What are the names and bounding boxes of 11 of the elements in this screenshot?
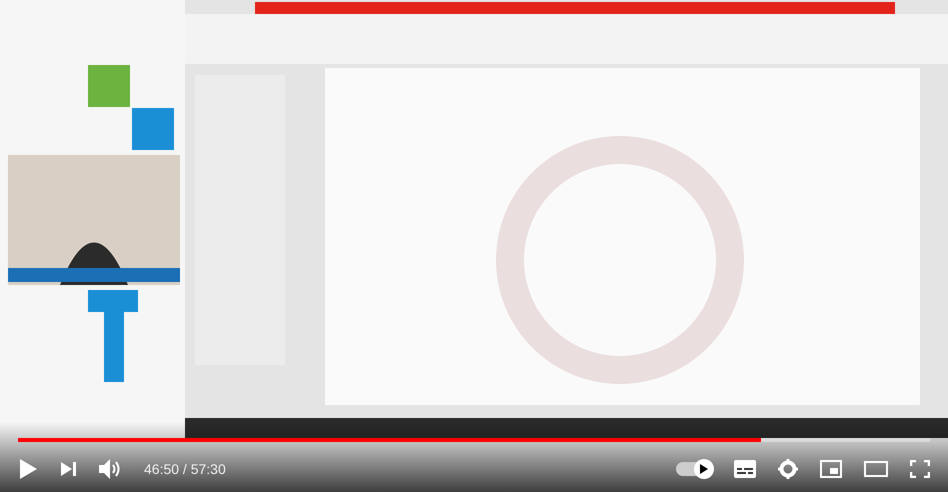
time-display: 46:50 / 57:30: [144, 461, 226, 477]
theater-mode-icon[interactable]: [864, 461, 888, 477]
volume-icon[interactable]: [98, 458, 122, 480]
play-icon: [700, 464, 708, 474]
settings-icon[interactable]: [778, 459, 798, 479]
fullscreen-icon[interactable]: [910, 460, 930, 478]
autoplay-toggle[interactable]: [676, 462, 712, 476]
play-icon[interactable]: [18, 458, 38, 480]
next-icon[interactable]: [60, 461, 76, 477]
subtitles-icon[interactable]: [734, 460, 756, 478]
miniplayer-icon[interactable]: [820, 460, 842, 478]
